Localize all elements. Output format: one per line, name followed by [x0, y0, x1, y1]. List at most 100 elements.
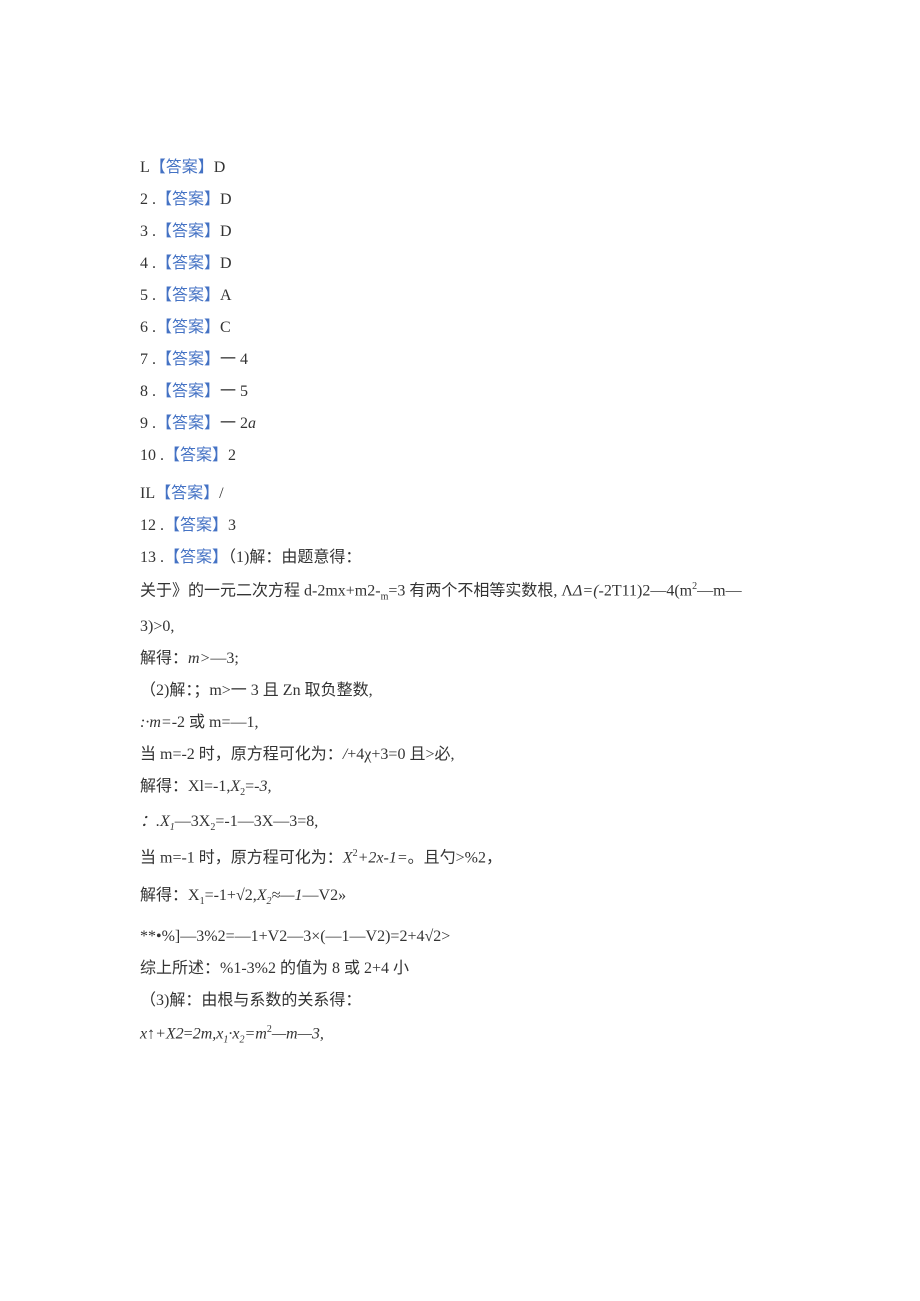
answer-value: D [220, 255, 232, 272]
answer-num: 12 . [140, 517, 164, 534]
answer-sep: . [148, 319, 156, 336]
text: =-1—3X—3=8, [215, 813, 318, 830]
text: 解得：X [140, 887, 200, 904]
answer-sep: . [148, 383, 156, 400]
answer-tag: 【答案】 [156, 191, 220, 208]
solution-line-19: 当 m=-2 时，原方程可化为：/+4χ+3=0 且>必, [140, 747, 780, 763]
answer-num: 10 [140, 447, 156, 464]
text: =3 有两个不相等实数根, Λ [388, 582, 573, 599]
text: =- [245, 778, 259, 795]
answer-value: D [220, 191, 232, 208]
italic-text: X [257, 887, 267, 904]
answer-line-3: 3 .【答案】D [140, 224, 780, 240]
solution-line-24: **•%]—3%2=—1+V2—3×(—1—V2)=2+4√2> [140, 929, 780, 945]
text: -2 或 m=—1, [172, 714, 259, 731]
answer-value: / [219, 485, 223, 502]
answer-line-9: 9 .【答案】一 2a [140, 416, 780, 432]
text: —V2» [303, 887, 347, 904]
italic-text: X [343, 849, 353, 866]
answer-line-11: IL【答案】/ [140, 486, 780, 502]
text: —m— [697, 582, 741, 599]
solution-line-14: 关于》的一元二次方程 d-2mx+m2-m=3 有两个不相等实数根, ΛΔ=(-… [140, 582, 780, 603]
answer-tag: 【答案】 [156, 223, 220, 240]
text: 当 m=-2 时，原方程可化为： [140, 746, 343, 763]
answer-num: 6 [140, 319, 148, 336]
answer-value-prefix: 一 2 [220, 415, 248, 432]
solution-line-18: :·m=-2 或 m=—1, [140, 715, 780, 731]
italic-text: +2x-1= [358, 849, 408, 866]
text: -2T11)2—4(m [599, 582, 693, 599]
solution-line-26: （3)解：由根与系数的关系得： [140, 993, 780, 1009]
text: （2)解：；m>一 3 且 Zn 取负整数, [140, 682, 373, 699]
answer-line-8: 8 .【答案】一 5 [140, 384, 780, 400]
answer-tag: 【答案】 [156, 319, 220, 336]
answer-num: IL [140, 485, 155, 502]
solution-line-16: 解得：m>—3; [140, 651, 780, 667]
italic-text: m> [188, 650, 210, 667]
solution-line-22: 当 m=-1 时，原方程可化为：X2+2x-1=。且勺>%2， [140, 849, 780, 866]
answer-value: C [220, 319, 231, 336]
text: =-1+√2, [205, 887, 257, 904]
answer-tag: 【答案】 [150, 159, 214, 176]
solution-line-15: 3)>0, [140, 619, 780, 635]
italic-text: ≈—1 [272, 887, 303, 904]
answer-num: 13 . [140, 549, 164, 566]
text: 关于》的一元二次方程 d-2mx+m2- [140, 582, 381, 599]
solution-line-27: x↑+X2=2m,x1·x2=m2—m—3, [140, 1025, 780, 1046]
solution-line-17: （2)解：；m>一 3 且 Zn 取负整数, [140, 683, 780, 699]
answer-sep: . [148, 255, 156, 272]
answer-tag: 【答案】 [164, 549, 228, 566]
text: 解得：Xl=-1, [140, 778, 230, 795]
text: （3)解：由根与系数的关系得： [140, 992, 361, 1009]
answer-tag: 【答案】 [156, 255, 220, 272]
answer-sep: . [148, 351, 156, 368]
answer-tag: 【答案】 [156, 383, 220, 400]
answer-sep: . [148, 287, 156, 304]
answer-value: A [220, 287, 232, 304]
italic-text: X [230, 778, 240, 795]
italic-text: ：.X [140, 813, 170, 830]
answer-line-7: 7 .【答案】一 4 [140, 352, 780, 368]
answer-line-12: 12 .【答案】3 [140, 518, 780, 534]
answer-line-5: 5 .【答案】A [140, 288, 780, 304]
text: —3; [210, 650, 238, 667]
answer-value: 一 5 [220, 383, 248, 400]
answer-num: 8 [140, 383, 148, 400]
answer-sep: . [156, 447, 164, 464]
answer-line-6: 6 .【答案】C [140, 320, 780, 336]
answer-num: 3 [140, 223, 148, 240]
answer-tag: 【答案】 [156, 287, 220, 304]
italic-text: =m [244, 1026, 266, 1043]
answer-line-1: L【答案】D [140, 160, 780, 176]
answer-sep: . [148, 191, 156, 208]
text: —3X [175, 813, 211, 830]
text: +4χ+3=0 且>必, [347, 746, 454, 763]
text: 。且勺>%2， [408, 849, 502, 866]
answer-value: 一 4 [220, 351, 248, 368]
solution-line-23: 解得：X1=-1+√2,X2≈—1—V2» [140, 888, 780, 907]
answer-line-4: 4 .【答案】D [140, 256, 780, 272]
answer-num: 5 [140, 287, 148, 304]
answer-value-italic: a [248, 415, 256, 432]
italic-text: ·x [228, 1026, 239, 1043]
answer-tag: 【答案】 [164, 517, 228, 534]
answer-sep: . [148, 415, 156, 432]
answer-tag: 【答案】 [164, 447, 228, 464]
answer-num: 7 [140, 351, 148, 368]
answer-line-2: 2 .【答案】D [140, 192, 780, 208]
italic-text: —m—3, [272, 1026, 324, 1043]
text: 综上所述：%1-3%2 的值为 8 或 2+4 小 [140, 960, 409, 977]
answer-num: 2 [140, 191, 148, 208]
answer-sep: . [148, 223, 156, 240]
answer-value: D [220, 223, 232, 240]
answer-num: 4 [140, 255, 148, 272]
answer-line-13: 13 .【答案】（1)解：由题意得： [140, 550, 780, 566]
answer-value: （1)解：由题意得： [228, 549, 361, 566]
italic-text: x↑+X2 [140, 1026, 184, 1043]
answer-num: L [140, 159, 150, 176]
italic-text: :·m= [140, 714, 172, 731]
text: 解得： [140, 650, 188, 667]
answer-num: 9 [140, 415, 148, 432]
text: = [184, 1026, 193, 1043]
answer-tag: 【答案】 [156, 351, 220, 368]
